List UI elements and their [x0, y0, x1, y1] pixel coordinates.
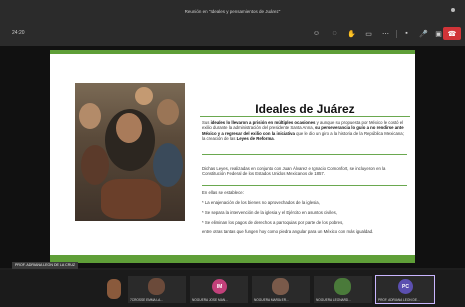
slide-title: Ideales de Juárez — [255, 102, 355, 116]
paragraph-laws: Dichas Leyes, realizadas en conjunto con… — [202, 166, 386, 177]
list-item: * Se separa la intervención de la iglesi… — [202, 210, 337, 215]
camera-icon[interactable]: ▪ — [402, 29, 411, 38]
list-intro: En ellas se establece: — [202, 190, 244, 195]
participant-name: PROF. ADRIANA LEON DE... — [378, 298, 420, 302]
list-item: * La enajenación de los bienes no aprove… — [202, 200, 320, 205]
reactions-icon[interactable]: ✋ — [347, 29, 356, 38]
avatar: PC — [398, 279, 413, 294]
slide-bottom-bar — [50, 255, 415, 263]
participant-video — [272, 278, 289, 295]
avatar: IM — [212, 279, 227, 294]
share-icon[interactable]: ▣ — [434, 29, 443, 38]
participant-video — [148, 278, 165, 295]
participant-tile[interactable]: IM NOGUERA JOSE MAN... — [190, 276, 248, 303]
more-icon[interactable]: ⋯ — [381, 29, 390, 38]
shared-content-area: Ideales de Juárez Sus ideales lo llevaro… — [0, 46, 465, 268]
mural-figure — [153, 143, 183, 187]
window-menu-icon[interactable] — [451, 8, 455, 12]
closing-text: entre otras tantas que fungen hoy como p… — [202, 229, 374, 234]
participant-gallery: 7CROSSE EMMA LA... IM NOGUERA JOSE MAN..… — [0, 270, 465, 307]
juarez-mural-image — [75, 83, 185, 221]
mic-icon[interactable]: 🎤 — [419, 29, 428, 38]
presentation-slide: Ideales de Juárez Sus ideales lo llevaro… — [50, 50, 415, 263]
title-divider — [200, 116, 410, 117]
mural-figure — [81, 145, 109, 185]
section-divider — [202, 185, 407, 186]
meeting-timer: 24:20 — [12, 30, 25, 36]
presenter-name-label: PROF. ADRIANA LEON DE LA CRUZ — [12, 262, 79, 269]
mural-face — [135, 87, 153, 105]
list-item: * Se eliminan los pagos de derechos a pa… — [202, 220, 344, 225]
participant-tile[interactable]: NOGUERA LEONARD... — [314, 276, 372, 303]
participant-name: NOGUERA JOSE MAN... — [192, 298, 228, 302]
participant-video — [334, 278, 351, 295]
participant-tile[interactable]: NOGUERA MARÍA ER... — [252, 276, 310, 303]
chat-icon[interactable]: ◌ — [330, 29, 339, 38]
mural-face — [79, 103, 101, 129]
title-bar: Reunión en "Ideales y pensamientos de Ju… — [0, 0, 465, 22]
meeting-toolbar: 24:20 ☺ ◌ ✋ ▭ ⋯ ▪ 🎤 ▣ ☎ — [0, 22, 465, 46]
mural-face — [116, 113, 142, 143]
slide-top-bar — [50, 50, 415, 54]
section-divider — [202, 154, 407, 155]
participant-tile[interactable]: PC PROF. ADRIANA LEON DE... — [375, 275, 435, 304]
paragraph-text: Sus — [202, 120, 211, 125]
leave-button[interactable]: ☎ — [443, 27, 461, 40]
view-icon[interactable]: ▭ — [364, 29, 373, 38]
paragraph-bold-text: Leyes de Reforma — [236, 136, 274, 142]
hangup-icon: ☎ — [447, 30, 457, 38]
participants-icon[interactable]: ☺ — [312, 29, 321, 38]
participant-tile[interactable]: 7CROSSE EMMA LA... — [128, 276, 186, 303]
toolbar-divider — [396, 30, 397, 38]
paragraph-bold-text: ideales lo llevaron a prisión en múltipl… — [210, 120, 316, 125]
mural-face — [157, 99, 179, 125]
participant-name: NOGUERA LEONARD... — [316, 298, 351, 302]
participant-name: 7CROSSE EMMA LA... — [130, 298, 163, 302]
paragraph-text: . — [273, 136, 275, 142]
mural-figure — [101, 179, 161, 219]
window-title: Reunión en "Ideales y pensamientos de Ju… — [184, 8, 281, 14]
paragraph-ideals: Sus ideales lo llevaron a prisión en múl… — [202, 120, 407, 142]
participant-name: NOGUERA MARÍA ER... — [254, 298, 289, 302]
self-video-thumbnail[interactable] — [107, 279, 121, 299]
